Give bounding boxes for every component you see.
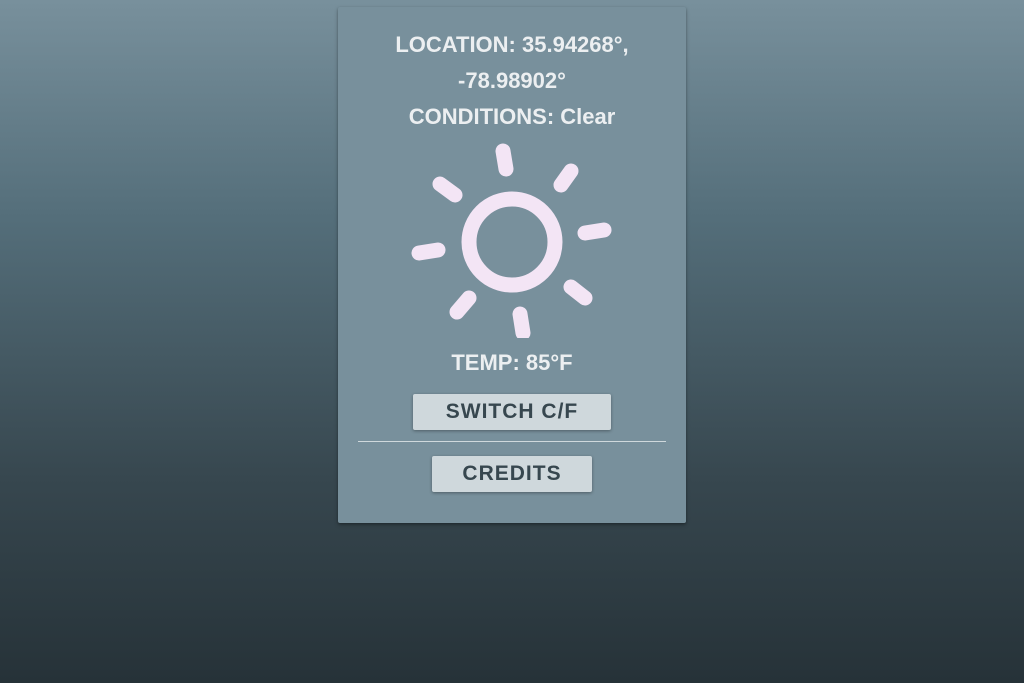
switch-units-button[interactable]: SWITCH C/F — [413, 394, 611, 430]
weather-card: LOCATION: 35.94268°, -78.98902° CONDITIO… — [338, 7, 686, 523]
sun-icon — [411, 143, 612, 338]
temperature-text: TEMP: 85°F — [451, 350, 573, 375]
location-line-2: -78.98902° — [458, 68, 566, 93]
location-text: LOCATION: 35.94268°, -78.98902° — [338, 27, 686, 99]
location-line-1: LOCATION: 35.94268°, — [395, 32, 629, 57]
credits-button[interactable]: CREDITS — [432, 456, 592, 492]
conditions-text: CONDITIONS: Clear — [408, 104, 616, 129]
divider — [358, 441, 666, 442]
